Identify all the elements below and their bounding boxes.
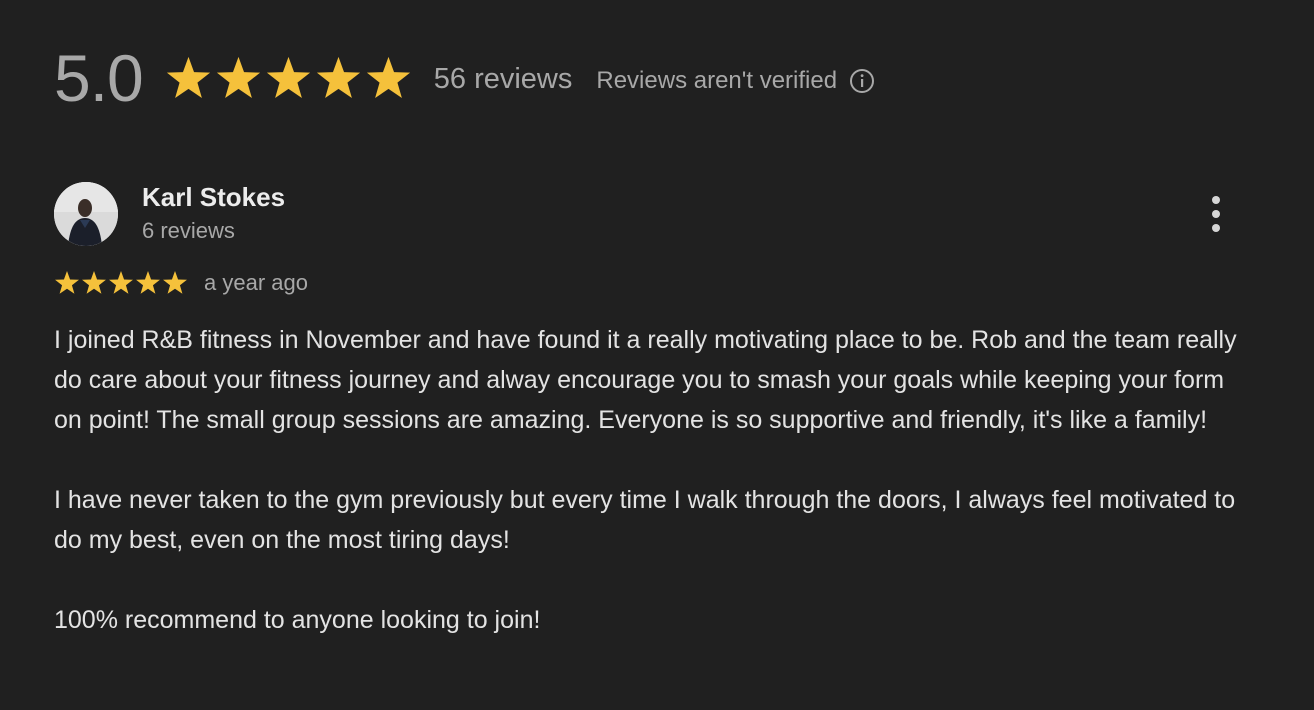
avatar[interactable] [54, 182, 118, 246]
info-icon[interactable] [849, 68, 875, 94]
reviewer-review-count: 6 reviews [142, 218, 235, 243]
star-icon [81, 270, 107, 296]
star-icon [165, 55, 212, 102]
review-paragraph: I joined R&B fitness in November and hav… [54, 326, 1237, 434]
average-rating: 5.0 [54, 41, 144, 115]
star-icon [365, 55, 412, 102]
more-options-button[interactable] [1202, 196, 1230, 232]
rating-summary: 5.0 56 reviews Reviews aren't verified [54, 40, 875, 116]
review-rating-stars [54, 270, 188, 296]
review-date: a year ago [204, 270, 308, 295]
star-icon [215, 55, 262, 102]
star-icon [135, 270, 161, 296]
total-review-count[interactable]: 56 reviews [434, 63, 573, 96]
star-icon [265, 55, 312, 102]
star-icon [162, 270, 188, 296]
review-paragraph: I have never taken to the gym previously… [54, 486, 1236, 554]
more-vertical-icon-dot [1212, 224, 1220, 232]
verification-note-label: Reviews aren't verified [596, 67, 838, 94]
more-vertical-icon-dot [1212, 210, 1220, 218]
average-rating-stars [165, 55, 412, 102]
review-rating-row: a year ago [54, 268, 1254, 298]
star-icon [108, 270, 134, 296]
more-vertical-icon [1212, 196, 1220, 204]
reviewer-header: Karl Stokes 6 reviews [54, 182, 1254, 248]
review-paragraph: 100% recommend to anyone looking to join… [54, 606, 541, 634]
review-card: Karl Stokes 6 reviews a year ago I joine… [54, 182, 1254, 680]
review-text: I joined R&B fitness in November and hav… [54, 320, 1254, 640]
reviewer-info: Karl Stokes 6 reviews [142, 182, 285, 246]
star-icon [54, 270, 80, 296]
star-icon [315, 55, 362, 102]
verification-note: Reviews aren't verified [596, 67, 875, 95]
reviewer-name[interactable]: Karl Stokes [142, 182, 285, 212]
